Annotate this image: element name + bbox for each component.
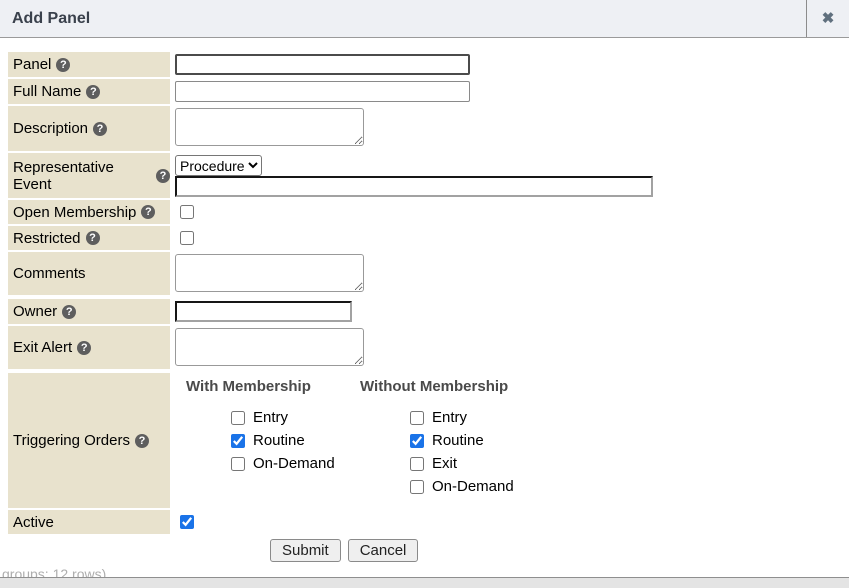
row-restricted: Restricted ? <box>8 226 849 250</box>
without-membership-options: Entry Routine Exit On-Demand <box>410 406 514 498</box>
representative-event-input[interactable] <box>175 176 653 197</box>
with-on-demand-label: On-Demand <box>253 455 335 472</box>
close-icon: ✖ <box>822 11 835 26</box>
exit-alert-help-icon[interactable]: ? <box>77 341 91 355</box>
with-on-demand-checkbox[interactable] <box>231 457 245 471</box>
row-representative-event: Representative Event ? Procedure <box>8 153 849 198</box>
restricted-checkbox[interactable] <box>180 231 194 245</box>
background-page-edge <box>0 577 849 588</box>
without-exit-option: Exit <box>410 452 514 475</box>
restricted-label: Restricted <box>13 230 81 247</box>
row-triggering-orders: Triggering Orders ? With Membership With… <box>8 373 849 508</box>
with-entry-checkbox[interactable] <box>231 411 245 425</box>
panel-label-cell: Panel ? <box>8 52 170 77</box>
owner-input[interactable] <box>175 301 352 322</box>
open-membership-help-icon[interactable]: ? <box>141 205 155 219</box>
without-on-demand-label: On-Demand <box>432 478 514 495</box>
with-routine-option: Routine <box>231 429 335 452</box>
row-comments: Comments <box>8 252 849 297</box>
row-panel: Panel ? <box>8 52 849 77</box>
panel-help-icon[interactable]: ? <box>56 58 70 72</box>
comments-label: Comments <box>13 265 86 282</box>
active-label-cell: Active <box>8 510 170 534</box>
page-title: Add Panel <box>0 0 806 37</box>
with-entry-label: Entry <box>253 409 288 426</box>
representative-event-label: Representative Event <box>13 159 151 193</box>
with-routine-checkbox[interactable] <box>231 434 245 448</box>
submit-button[interactable]: Submit <box>270 539 341 562</box>
description-label-cell: Description ? <box>8 106 170 151</box>
without-on-demand-option: On-Demand <box>410 475 514 498</box>
with-entry-option: Entry <box>231 406 335 429</box>
restricted-label-cell: Restricted ? <box>8 226 170 250</box>
full-name-label-cell: Full Name ? <box>8 79 170 104</box>
representative-event-help-icon[interactable]: ? <box>156 169 170 183</box>
description-label: Description <box>13 120 88 137</box>
row-active: Active <box>8 510 849 534</box>
with-membership-header: With Membership <box>186 378 311 395</box>
without-routine-checkbox[interactable] <box>410 434 424 448</box>
row-open-membership: Open Membership ? <box>8 200 849 224</box>
without-entry-label: Entry <box>432 409 467 426</box>
row-full-name: Full Name ? <box>8 79 849 104</box>
owner-help-icon[interactable]: ? <box>62 305 76 319</box>
with-routine-label: Routine <box>253 432 305 449</box>
cancel-button[interactable]: Cancel <box>348 539 419 562</box>
comments-textarea[interactable] <box>175 254 364 292</box>
owner-label-cell: Owner ? <box>8 299 170 324</box>
without-membership-header: Without Membership <box>360 378 508 395</box>
triggering-orders-label-cell: Triggering Orders ? <box>8 373 170 508</box>
without-on-demand-checkbox[interactable] <box>410 480 424 494</box>
with-membership-options: Entry Routine On-Demand <box>231 406 335 475</box>
representative-event-label-cell: Representative Event ? <box>8 153 170 198</box>
exit-alert-label: Exit Alert <box>13 339 72 356</box>
exit-alert-textarea[interactable] <box>175 328 364 366</box>
triggering-orders-label: Triggering Orders <box>13 432 130 449</box>
without-routine-label: Routine <box>432 432 484 449</box>
panel-input[interactable] <box>175 54 470 75</box>
restricted-help-icon[interactable]: ? <box>86 231 100 245</box>
row-exit-alert: Exit Alert ? <box>8 326 849 371</box>
without-exit-label: Exit <box>432 455 457 472</box>
modal-header: Add Panel ✖ <box>0 0 849 38</box>
triggering-orders-help-icon[interactable]: ? <box>135 434 149 448</box>
full-name-input[interactable] <box>175 81 470 102</box>
full-name-help-icon[interactable]: ? <box>86 85 100 99</box>
active-label: Active <box>13 514 54 531</box>
description-textarea[interactable] <box>175 108 364 146</box>
comments-label-cell: Comments <box>8 252 170 295</box>
open-membership-label: Open Membership <box>13 204 136 221</box>
open-membership-checkbox[interactable] <box>180 205 194 219</box>
without-exit-checkbox[interactable] <box>410 457 424 471</box>
owner-label: Owner <box>13 303 57 320</box>
panel-label: Panel <box>13 56 51 73</box>
description-help-icon[interactable]: ? <box>93 122 107 136</box>
with-on-demand-option: On-Demand <box>231 452 335 475</box>
close-button[interactable]: ✖ <box>806 0 849 37</box>
exit-alert-label-cell: Exit Alert ? <box>8 326 170 369</box>
row-description: Description ? <box>8 106 849 151</box>
without-entry-option: Entry <box>410 406 514 429</box>
form-actions: Submit Cancel <box>270 539 849 562</box>
representative-event-type-select[interactable]: Procedure <box>175 155 262 176</box>
row-owner: Owner ? <box>8 299 849 324</box>
open-membership-label-cell: Open Membership ? <box>8 200 170 224</box>
without-routine-option: Routine <box>410 429 514 452</box>
add-panel-form: Panel ? Full Name ? Description ? Repres… <box>0 38 849 562</box>
full-name-label: Full Name <box>13 83 81 100</box>
active-checkbox[interactable] <box>180 515 194 529</box>
without-entry-checkbox[interactable] <box>410 411 424 425</box>
